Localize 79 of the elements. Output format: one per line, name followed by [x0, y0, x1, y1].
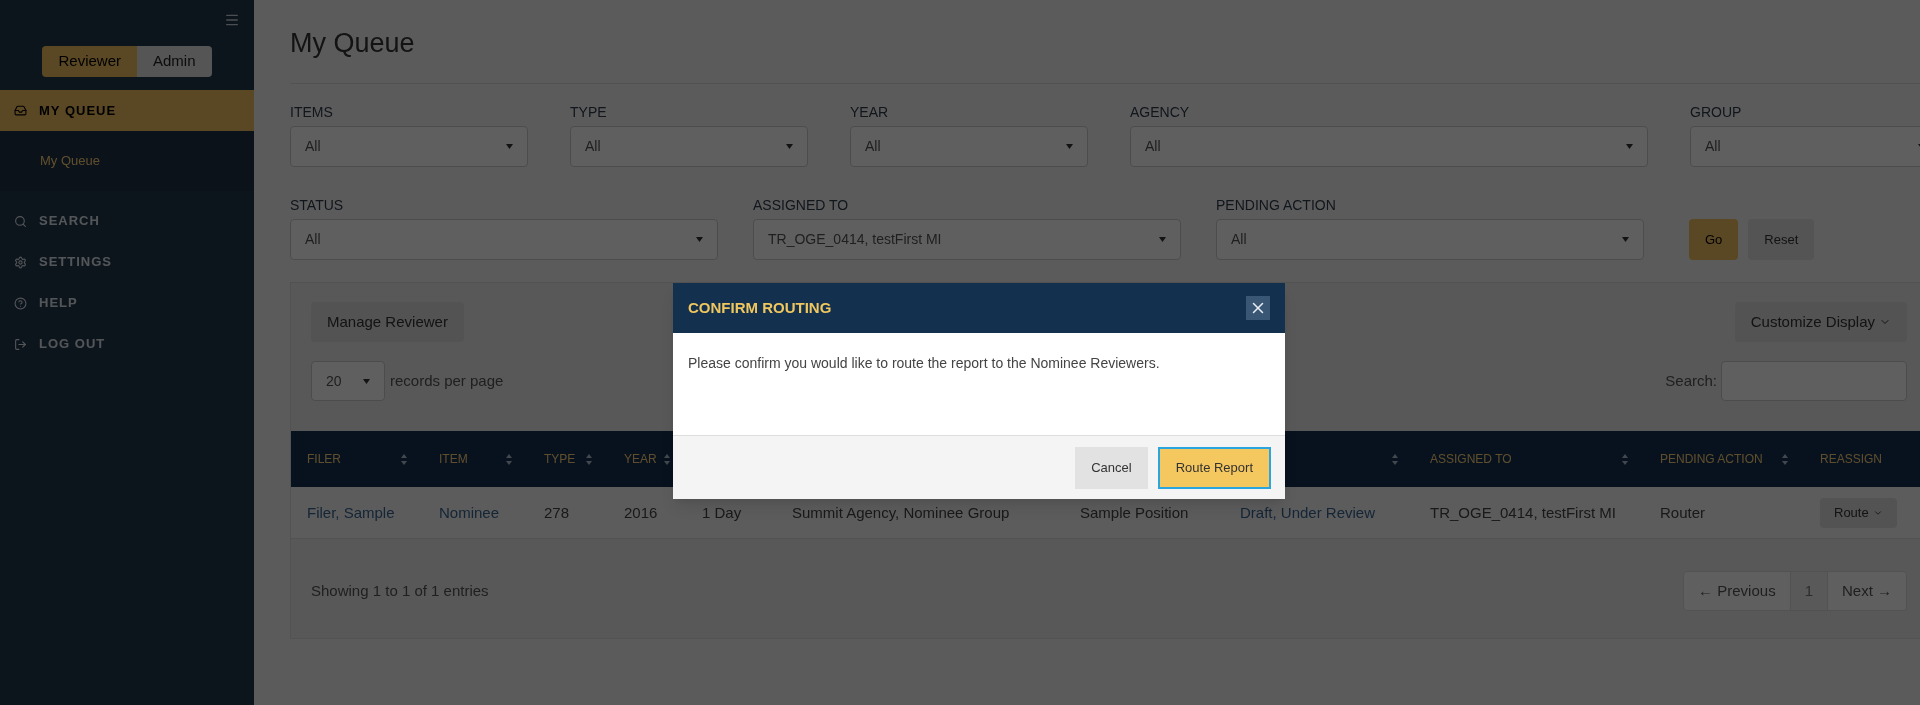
filter-label: TYPE	[570, 104, 608, 120]
close-button[interactable]	[1246, 296, 1270, 320]
filter-select[interactable]: All	[290, 126, 528, 167]
menu-icon[interactable]	[224, 12, 240, 28]
filter-label: ASSIGNED TO	[753, 197, 850, 213]
table-cell: 278	[544, 503, 570, 521]
sort-icon[interactable]	[1392, 453, 1398, 465]
nav-item[interactable]: MY QUEUE	[0, 90, 254, 131]
filter-label: YEAR	[850, 104, 890, 120]
go-button[interactable]: Go	[1689, 219, 1739, 260]
logout-icon	[14, 337, 27, 351]
sort-icon[interactable]	[586, 453, 592, 465]
column-header[interactable]: REASSIGN	[1820, 450, 1882, 468]
sort-icon[interactable]	[401, 453, 407, 465]
route-button[interactable]: Route	[1820, 497, 1897, 528]
filter-select[interactable]: All	[850, 126, 1088, 167]
page-title: My Queue	[290, 27, 416, 59]
next-button[interactable]: Next →	[1828, 572, 1906, 610]
filter-select[interactable]: All	[1690, 126, 1920, 167]
table-link[interactable]: Draft, Under Review	[1240, 503, 1376, 521]
table-cell: TR_OGE_0414, testFirst MI	[1430, 503, 1616, 521]
column-header[interactable]: FILER	[307, 450, 341, 468]
filter-select[interactable]: TR_OGE_0414, testFirst MI	[753, 219, 1181, 260]
column-header[interactable]: YEAR	[624, 450, 657, 468]
nav-item[interactable]: HELP	[0, 282, 254, 324]
filter-label: STATUS	[290, 197, 345, 213]
nav-item[interactable]: SEARCH	[0, 200, 254, 242]
column-header[interactable]: ASSIGNED TO	[1430, 450, 1512, 468]
filter-label: PENDING ACTION	[1216, 197, 1337, 213]
inbox-icon	[14, 104, 27, 117]
settings-icon	[14, 255, 27, 269]
cancel-button[interactable]: Cancel	[1075, 446, 1148, 489]
table-cell: Summit Agency, Nominee Group	[792, 503, 1010, 521]
table-link[interactable]: Nominee	[439, 503, 500, 521]
filter-select[interactable]: All	[1130, 126, 1648, 167]
manage-reviewer-button[interactable]: Manage Reviewer	[311, 302, 464, 342]
entries-info: Showing 1 to 1 of 1 entries	[311, 580, 489, 601]
table-cell: Sample Position	[1080, 503, 1189, 521]
search-icon	[14, 214, 27, 228]
nav-subitem[interactable]: My Queue	[0, 151, 254, 171]
route-report-button[interactable]: Route Report	[1157, 446, 1271, 489]
table-cell: Router	[1660, 503, 1706, 521]
dialog-title: CONFIRM ROUTING	[688, 297, 832, 318]
sort-icon[interactable]	[1782, 453, 1788, 465]
nav-item[interactable]: LOG OUT	[0, 323, 254, 365]
column-header[interactable]: TYPE	[544, 450, 576, 468]
sort-icon[interactable]	[1622, 453, 1628, 465]
dialog-message: Please confirm you would like to route the report to the Nominee Reviewers.	[688, 354, 1161, 373]
caret-icon	[696, 237, 703, 242]
column-header[interactable]: PENDING ACTION	[1660, 450, 1763, 468]
role-toggle[interactable]: Admin	[137, 46, 212, 77]
search-label: Search:	[1665, 370, 1717, 391]
role-toggle[interactable]: Reviewer	[42, 46, 137, 77]
previous-button[interactable]: ← Previous	[1684, 572, 1790, 610]
table-cell: 2016	[624, 503, 658, 521]
sort-icon[interactable]	[664, 453, 670, 465]
table-cell: 1 Day	[702, 503, 742, 521]
page-size-select[interactable]: 20	[311, 361, 385, 401]
reset-button[interactable]: Reset	[1748, 219, 1815, 260]
filter-label: AGENCY	[1130, 104, 1191, 120]
customize-display-button[interactable]: Customize Display	[1734, 302, 1907, 342]
filter-select[interactable]: All	[290, 219, 718, 260]
column-header[interactable]: ITEM	[439, 450, 468, 468]
page-size-label: records per page	[390, 370, 504, 391]
table-link[interactable]: Filer, Sample	[307, 503, 395, 521]
caret-icon	[1066, 144, 1073, 149]
filter-select[interactable]: All	[570, 126, 808, 167]
caret-icon	[1622, 237, 1629, 242]
caret-icon	[786, 144, 793, 149]
caret-icon	[1159, 237, 1166, 242]
help-icon	[14, 296, 27, 310]
filter-label: GROUP	[1690, 104, 1743, 120]
filter-select[interactable]: All	[1216, 219, 1644, 260]
caret-icon	[363, 378, 370, 384]
nav-item[interactable]: SETTINGS	[0, 241, 254, 283]
caret-icon	[1626, 144, 1633, 149]
filter-label: ITEMS	[290, 104, 334, 120]
sort-icon[interactable]	[506, 453, 512, 465]
caret-icon	[506, 144, 513, 149]
